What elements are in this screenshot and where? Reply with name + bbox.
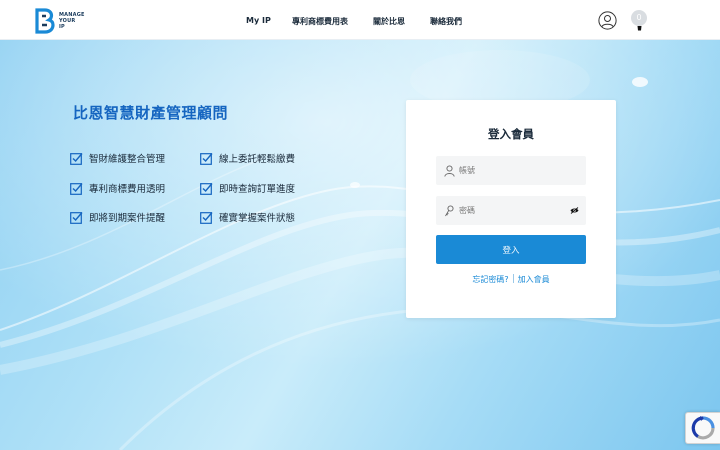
password-input[interactable] — [459, 206, 559, 215]
checkbox-icon — [70, 152, 83, 165]
login-card: 登入會員 登入 忘記密碼? 加入會員 — [406, 100, 616, 318]
register-link[interactable]: 加入會員 — [518, 275, 550, 284]
feature-item: 線上委託輕鬆繳費 — [200, 151, 295, 165]
feature-label: 確實掌握案件狀態 — [219, 213, 296, 224]
checkbox-icon — [70, 211, 83, 224]
feature-label: 專利商標費用透明 — [89, 184, 166, 195]
hero-banner: 比恩智慧財產管理顧問 智財維護整合管理 線上委託輕鬆繳費 專利商標費用透明 即時… — [0, 40, 720, 450]
checkbox-icon — [200, 152, 213, 165]
feature-label: 線上委託輕鬆繳費 — [219, 154, 296, 165]
cart-button[interactable]: 0 — [631, 10, 647, 32]
logo-line-3: IP — [59, 24, 65, 30]
cart-icon — [637, 26, 642, 31]
login-title: 登入會員 — [488, 127, 534, 141]
feature-item: 智財維護整合管理 — [70, 151, 165, 165]
nav-fee-table[interactable]: 專利商標費用表 — [292, 16, 348, 27]
link-divider — [512, 274, 514, 283]
key-icon — [445, 204, 454, 216]
account-input[interactable] — [459, 166, 559, 175]
hero-title: 比恩智慧財產管理顧問 — [73, 104, 229, 122]
checkbox-icon — [70, 182, 83, 195]
forgot-password-link[interactable]: 忘記密碼? — [472, 275, 508, 284]
feature-label: 即將到期案件提醒 — [89, 213, 166, 224]
password-field[interactable] — [436, 196, 586, 225]
login-button[interactable]: 登入 — [436, 235, 586, 264]
nav-contact[interactable]: 聯絡我們 — [430, 16, 462, 27]
feature-label: 即時查詢訂單進度 — [219, 184, 296, 195]
account-links: 忘記密碼? 加入會員 — [406, 274, 616, 285]
logo-text: MANAGE YOUR IP — [59, 12, 85, 30]
recaptcha-icon — [691, 416, 715, 440]
eye-slash-icon[interactable] — [570, 207, 579, 214]
nav-my-ip[interactable]: My IP — [246, 16, 271, 25]
feature-item: 即將到期案件提醒 — [70, 210, 165, 224]
user-icon — [444, 164, 455, 177]
account-field[interactable] — [436, 156, 586, 185]
recaptcha-badge[interactable] — [685, 412, 720, 444]
nav-about[interactable]: 關於比恩 — [373, 16, 405, 27]
brand-logo[interactable]: MANAGE YOUR IP — [34, 8, 94, 34]
feature-item: 確實掌握案件狀態 — [200, 210, 295, 224]
feature-item: 專利商標費用透明 — [70, 181, 165, 195]
checkbox-icon — [200, 211, 213, 224]
logo-mark-icon — [35, 8, 55, 34]
cart-count-badge: 0 — [631, 10, 647, 26]
checkbox-icon — [200, 182, 213, 195]
top-header: MANAGE YOUR IP My IP 專利商標費用表 關於比恩 聯絡我們 0 — [0, 0, 720, 40]
user-circle-icon[interactable] — [598, 11, 617, 30]
feature-label: 智財維護整合管理 — [89, 154, 166, 165]
feature-item: 即時查詢訂單進度 — [200, 181, 295, 195]
